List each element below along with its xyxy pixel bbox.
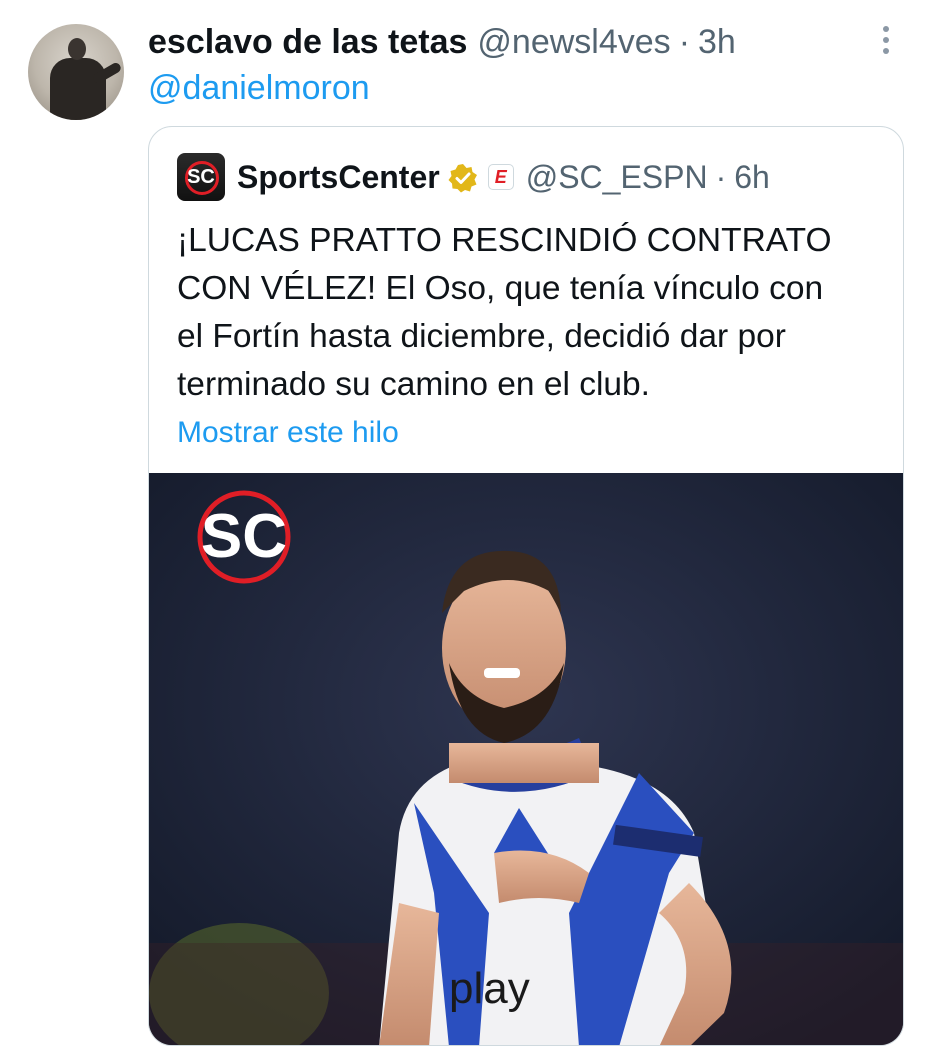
more-vertical-icon[interactable] (872, 22, 900, 58)
tweet-timestamp[interactable]: 3h (698, 22, 736, 62)
quoted-display-name[interactable]: SportsCenter (237, 157, 440, 197)
quoted-tweet-header: SC SportsCenter E @SC_ESPN · 6h (177, 153, 770, 201)
quoted-tweet-card[interactable]: SC SportsCenter E @SC_ESPN · 6h ¡LUCAS P… (148, 126, 904, 1046)
author-handle[interactable]: @newsl4ves (477, 22, 670, 62)
reply-mention-link[interactable]: @danielmoron (148, 68, 370, 108)
quoted-timestamp[interactable]: 6h (734, 157, 770, 197)
show-thread-link[interactable]: Mostrar este hilo (177, 413, 399, 453)
tweet-header: esclavo de las tetas @newsl4ves · 3h (148, 22, 736, 62)
sc-avatar-logo-text: SC (187, 166, 215, 188)
verified-gold-check-icon (448, 162, 478, 193)
author-display-name[interactable]: esclavo de las tetas (148, 22, 467, 62)
sc-logo-overlay: SC (197, 490, 291, 584)
quoted-tweet-text: ¡LUCAS PRATTO RESCINDIÓ CONTRATO CON VÉL… (177, 222, 832, 403)
espn-badge-icon: E (487, 164, 514, 190)
sportscenter-avatar[interactable]: SC (177, 153, 225, 201)
avatar-figure-head (68, 38, 86, 60)
header-separator: · (678, 23, 691, 61)
jersey-sponsor-text: play (449, 964, 530, 1013)
quoted-header-separator: · (715, 159, 727, 195)
quoted-tweet-image[interactable]: SC play (149, 473, 903, 1045)
sc-logo-text: SC (201, 502, 287, 571)
author-avatar[interactable] (28, 24, 124, 120)
avatar-figure-body (50, 58, 106, 120)
quoted-handle[interactable]: @SC_ESPN (526, 157, 708, 197)
